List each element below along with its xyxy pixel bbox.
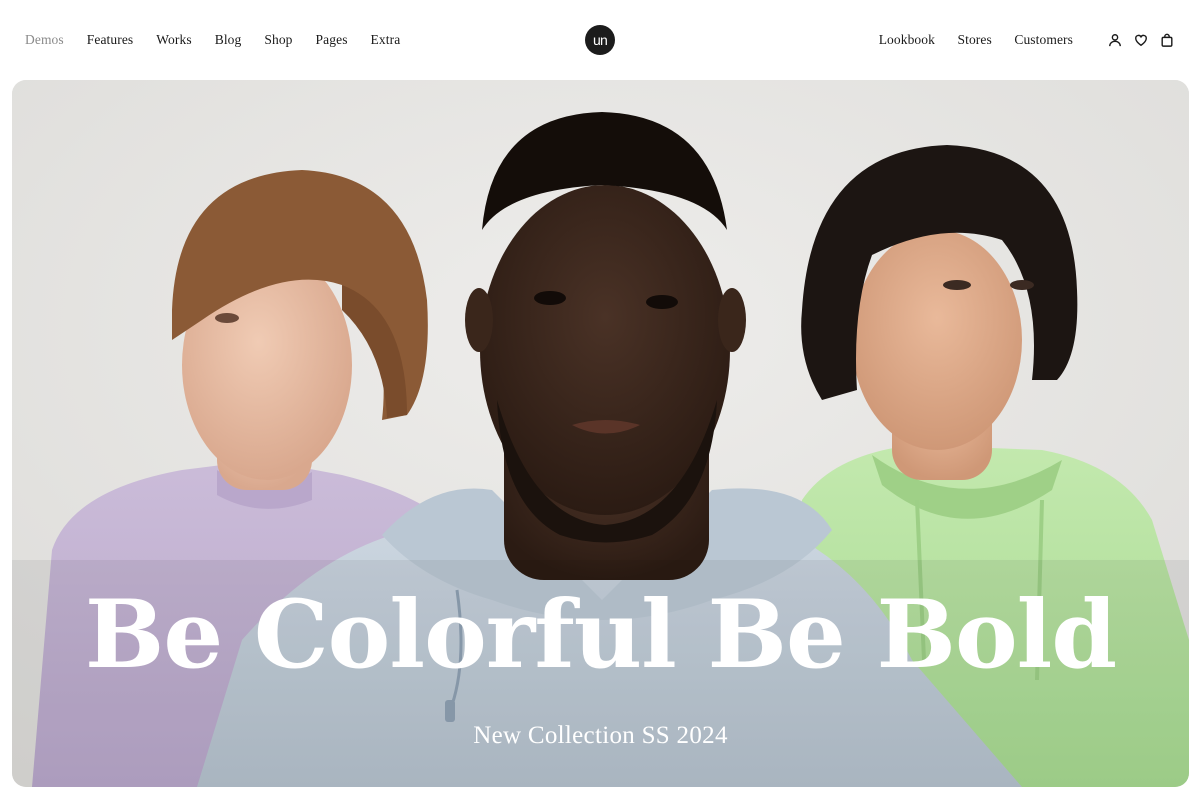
- nav-item-shop[interactable]: Shop: [264, 32, 292, 48]
- nav-item-stores[interactable]: Stores: [957, 32, 991, 48]
- nav-item-pages[interactable]: Pages: [316, 32, 348, 48]
- nav-item-blog[interactable]: Blog: [215, 32, 242, 48]
- hero-title: Be Colorful Be Bold: [84, 580, 1117, 690]
- nav-item-demos[interactable]: Demos: [25, 32, 64, 48]
- site-header: Demos Features Works Blog Shop Pages Ext…: [0, 0, 1200, 80]
- secondary-nav: Lookbook Stores Customers: [856, 0, 1073, 80]
- primary-nav: Demos Features Works Blog Shop Pages Ext…: [25, 0, 423, 80]
- hero-subtitle[interactable]: New Collection SS 2024: [12, 722, 1189, 750]
- user-icon[interactable]: [1107, 32, 1123, 48]
- heart-icon[interactable]: [1133, 32, 1149, 48]
- nav-item-works[interactable]: Works: [156, 32, 191, 48]
- nav-item-extra[interactable]: Extra: [371, 32, 401, 48]
- nav-item-features[interactable]: Features: [87, 32, 134, 48]
- header-actions: [1107, 32, 1175, 48]
- site-logo[interactable]: un: [585, 25, 615, 55]
- bag-icon[interactable]: [1159, 32, 1175, 48]
- nav-item-lookbook[interactable]: Lookbook: [879, 32, 935, 48]
- nav-item-customers[interactable]: Customers: [1014, 32, 1073, 48]
- hero-banner: Be Colorful Be Bold New Collection SS 20…: [12, 80, 1189, 787]
